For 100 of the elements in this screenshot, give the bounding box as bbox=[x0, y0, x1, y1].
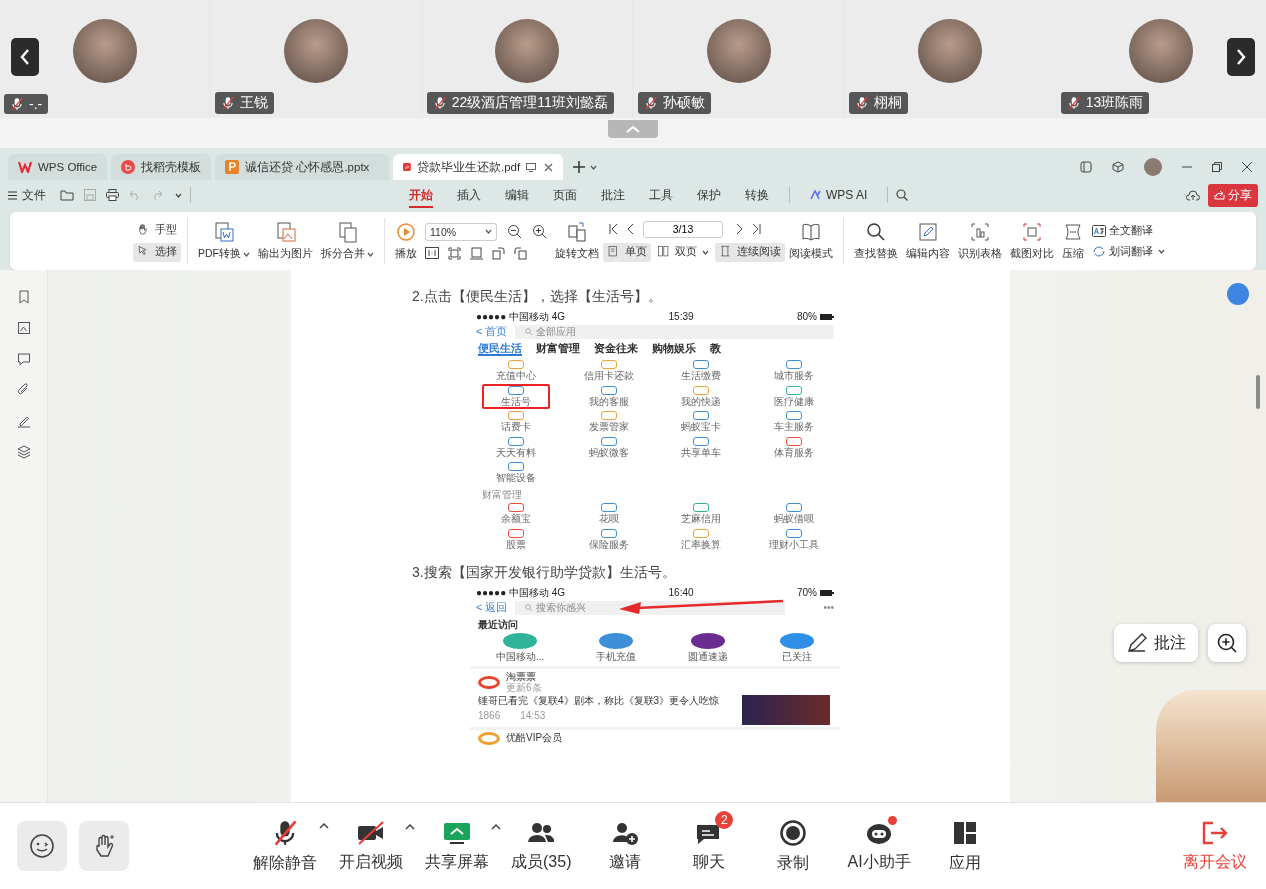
meeting-control-button[interactable]: 解除静音 bbox=[253, 808, 317, 874]
previous-page-icon[interactable] bbox=[627, 223, 635, 235]
menu-tab[interactable]: 开始 bbox=[409, 182, 433, 208]
document-tab[interactable]: 贷款毕业生还款.pdf bbox=[393, 154, 564, 180]
app-label[interactable]: 已关注 bbox=[782, 651, 812, 663]
fit-width-icon[interactable] bbox=[470, 246, 483, 260]
app-tile[interactable]: 充值中心 bbox=[482, 358, 551, 384]
app-tile[interactable]: 蚂蚁微客 bbox=[574, 434, 643, 461]
page-view-button[interactable]: 双页 bbox=[653, 242, 713, 262]
scrollbar-thumb[interactable] bbox=[1256, 375, 1260, 409]
assistant-icon[interactable] bbox=[1227, 283, 1249, 305]
page-number-field[interactable]: 3/13 bbox=[643, 220, 723, 238]
attachment-icon[interactable] bbox=[16, 383, 31, 397]
menu-tab[interactable]: 保护 bbox=[697, 182, 721, 208]
meeting-control-button[interactable]: 录制 bbox=[763, 808, 824, 874]
toolbar-button[interactable]: 压缩 bbox=[1058, 219, 1088, 263]
back-link[interactable]: < 返回 bbox=[476, 601, 508, 614]
app-tile[interactable]: 蚂蚁借呗 bbox=[759, 501, 828, 527]
meeting-control-button[interactable]: 聊天 2 bbox=[679, 809, 740, 873]
first-page-icon[interactable] bbox=[609, 223, 619, 235]
zoom-select[interactable]: 110% bbox=[425, 222, 497, 241]
avatar[interactable] bbox=[1144, 158, 1162, 176]
app-tile[interactable]: 生活号 bbox=[482, 383, 551, 410]
app-tile[interactable]: 医疗健康 bbox=[759, 383, 828, 410]
zoom-button[interactable] bbox=[1208, 624, 1246, 662]
hand-tool-button[interactable]: 手型 bbox=[133, 220, 181, 240]
next-page-icon[interactable] bbox=[735, 223, 743, 235]
app-tile[interactable]: 理财小工具 bbox=[759, 526, 828, 553]
document-tab[interactable]: 找稻壳模板 bbox=[111, 154, 212, 180]
app-tile[interactable]: 发票管家 bbox=[574, 409, 643, 435]
toolbar-button[interactable]: 输出为图片 bbox=[254, 219, 317, 263]
print-icon[interactable] bbox=[106, 189, 119, 201]
app-tile[interactable]: 余额宝 bbox=[482, 501, 551, 527]
page-view-button[interactable]: 单页 bbox=[603, 242, 651, 262]
fit-page-icon[interactable] bbox=[448, 246, 461, 260]
actual-size-icon[interactable] bbox=[425, 247, 439, 259]
app-tile[interactable]: 生活缴费 bbox=[667, 358, 736, 384]
restore-icon[interactable] bbox=[1212, 162, 1222, 172]
menu-tab[interactable]: 转换 bbox=[745, 182, 769, 208]
leave-meeting-button[interactable]: 离开会议 bbox=[1183, 819, 1247, 873]
app-tile[interactable]: 天天有料 bbox=[482, 434, 551, 461]
category-tab[interactable]: 购物娱乐 bbox=[652, 341, 696, 357]
app-tile[interactable]: 芝麻信用 bbox=[667, 501, 736, 527]
category-tab[interactable]: 财富管理 bbox=[536, 341, 580, 357]
next-button[interactable] bbox=[1227, 38, 1255, 76]
document-tab[interactable]: 诚信还贷 心怀感恩.pptx bbox=[215, 154, 390, 180]
menu-icon[interactable] bbox=[8, 190, 17, 200]
toolbar-button[interactable]: 截图对比 bbox=[1006, 219, 1058, 263]
annotate-button[interactable]: 批注 bbox=[1114, 624, 1198, 662]
app-icon[interactable] bbox=[691, 633, 726, 650]
rotate-left-icon[interactable] bbox=[492, 246, 505, 260]
app-tile[interactable]: 蚂蚁宝卡 bbox=[667, 409, 736, 435]
category-tab[interactable]: 便民生活 bbox=[478, 341, 522, 357]
toolbar-button[interactable]: PDF转换 bbox=[194, 219, 254, 263]
app-tile[interactable]: 花呗 bbox=[574, 501, 643, 527]
select-tool-button[interactable]: 选择 bbox=[133, 242, 181, 262]
file-menu[interactable]: 文件 bbox=[22, 182, 46, 208]
new-tab-icon[interactable] bbox=[573, 161, 586, 173]
thumbnail-icon[interactable] bbox=[16, 321, 31, 335]
meeting-control-button[interactable]: 应用 bbox=[934, 808, 995, 874]
menu-tab[interactable]: 工具 bbox=[649, 182, 673, 208]
app-tile[interactable]: 城市服务 bbox=[759, 358, 828, 384]
translate-button[interactable]: 划词翻译 bbox=[1088, 242, 1169, 261]
close-icon[interactable] bbox=[1242, 162, 1252, 172]
meeting-control-button[interactable]: AI小助手 bbox=[847, 809, 911, 873]
cube-icon[interactable] bbox=[1112, 161, 1124, 173]
signature-icon[interactable] bbox=[16, 414, 31, 428]
app-tile[interactable]: 股票 bbox=[482, 526, 551, 553]
app-tile[interactable]: 信用卡还款 bbox=[574, 358, 643, 384]
app-label[interactable]: 圆通速递 bbox=[688, 651, 729, 663]
app-tile[interactable]: 共享单车 bbox=[667, 434, 736, 461]
app-tile[interactable]: 智能设备 bbox=[482, 460, 551, 486]
menu-tab[interactable]: 页面 bbox=[553, 182, 577, 208]
rotate-document-button[interactable]: 旋转文档 bbox=[551, 219, 603, 263]
comment-icon[interactable] bbox=[16, 352, 31, 366]
meeting-control-button[interactable]: 邀请 bbox=[595, 809, 656, 873]
app-tile[interactable]: 话费卡 bbox=[482, 409, 551, 435]
toolbar-button[interactable]: 编辑内容 bbox=[902, 219, 954, 263]
layers-icon[interactable] bbox=[16, 445, 31, 459]
search-icon[interactable] bbox=[896, 189, 909, 201]
zoom-in-icon[interactable] bbox=[532, 224, 547, 239]
last-page-icon[interactable] bbox=[751, 223, 761, 235]
panel-icon[interactable] bbox=[1080, 161, 1092, 173]
menu-tab[interactable]: 编辑 bbox=[505, 182, 529, 208]
raise-hand-button[interactable] bbox=[79, 821, 129, 871]
previous-button[interactable] bbox=[11, 38, 39, 76]
menu-tab[interactable]: 插入 bbox=[457, 182, 481, 208]
toolbar-button[interactable]: 查找替换 bbox=[850, 219, 902, 263]
rotate-right-icon[interactable] bbox=[514, 246, 527, 260]
page-view-button[interactable]: 连续阅读 bbox=[715, 242, 785, 262]
bookmark-icon[interactable] bbox=[16, 290, 31, 304]
app-label[interactable]: 手机充值 bbox=[596, 651, 637, 663]
app-tile[interactable]: 我的客服 bbox=[574, 383, 643, 410]
category-tab[interactable]: 教 bbox=[710, 341, 721, 357]
back-link[interactable]: < 首页 bbox=[476, 325, 508, 338]
translate-button[interactable]: 全文翻译 bbox=[1088, 221, 1169, 240]
ai-button[interactable]: WPS AI bbox=[810, 184, 868, 206]
toolbar-button[interactable]: 拆分合并 bbox=[317, 219, 378, 263]
app-tile[interactable]: 汇率换算 bbox=[667, 526, 736, 553]
menu-tab[interactable]: 批注 bbox=[601, 182, 625, 208]
